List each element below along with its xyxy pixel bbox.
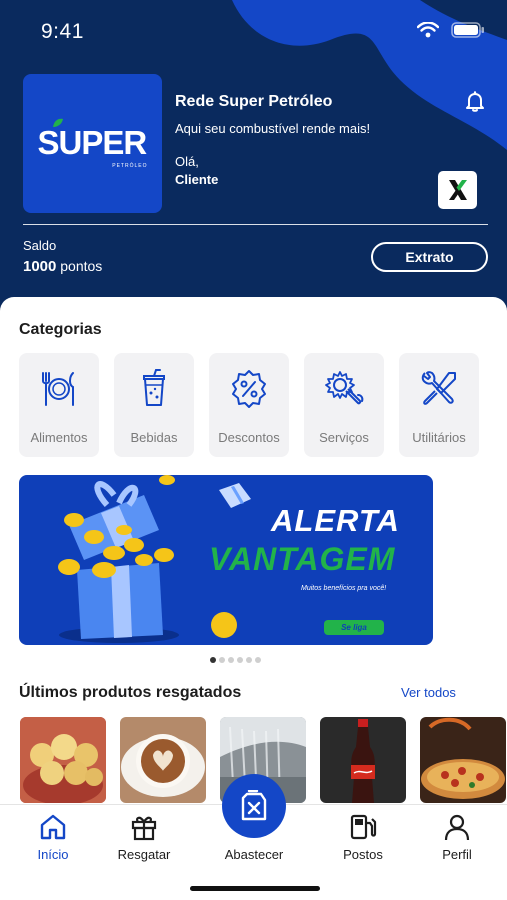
gas-station-icon [350, 814, 377, 840]
see-all-link[interactable]: Ver todos [401, 685, 456, 700]
category-bebidas[interactable]: Bebidas [114, 353, 194, 457]
promo-banner[interactable]: ALERTA VANTAGEM Muitos benefícios pra vo… [19, 475, 433, 645]
banner-subtitle: Muitos benefícios pra você! [301, 585, 387, 592]
recent-products-title: Últimos produtos resgatados [19, 684, 242, 701]
home-indicator [190, 886, 320, 891]
category-label: Serviços [319, 430, 369, 445]
category-servicos[interactable]: Serviços [304, 353, 384, 457]
banner-cta-button[interactable]: Se liga [324, 620, 384, 635]
brand-logo: SUPER PETRÓLEO [23, 74, 162, 213]
header: 9:41 SUPER PETRÓLEO Rede Super Petróleo … [0, 0, 507, 320]
nav-label: Início [37, 847, 69, 862]
abastecer-button[interactable] [222, 774, 286, 838]
banner-title-line2: VANTAGEM [209, 541, 396, 577]
categories-title: Categorias [19, 321, 102, 338]
nav-resgatar[interactable]: Resgatar [104, 813, 184, 862]
pagination-dot[interactable] [246, 657, 252, 663]
fuel-can-icon [241, 790, 267, 821]
nav-abastecer-label: Abastecer [224, 847, 284, 862]
product-coca-cola[interactable] [320, 717, 406, 803]
bell-icon[interactable] [463, 89, 487, 113]
fork-knife-plate-icon [42, 372, 74, 406]
status-icons [417, 22, 485, 38]
category-label: Alimentos [30, 430, 88, 445]
tools-icon [421, 371, 456, 405]
battery-icon [451, 22, 484, 38]
nav-label: Resgatar [117, 847, 171, 862]
leaf-icon [52, 118, 63, 127]
category-label: Bebidas [130, 430, 178, 445]
greeting: Olá, [175, 154, 199, 169]
nav-label: Perfil [442, 847, 472, 862]
nav-perfil[interactable]: Perfil [417, 813, 497, 862]
user-icon [444, 814, 470, 841]
categories-list: Alimentos Bebidas Descontos Serviços Uti… [19, 353, 479, 457]
pagination-dot[interactable] [219, 657, 225, 663]
brand-slogan: Aqui seu combustível rende mais! [175, 121, 371, 136]
pagination-dot[interactable] [237, 657, 243, 663]
percent-badge-icon [232, 370, 266, 408]
gift-icon [131, 816, 157, 841]
header-divider [23, 224, 488, 225]
product-pizza[interactable] [420, 717, 506, 803]
cappuccino-image [120, 717, 206, 803]
x-logo-icon [448, 180, 467, 200]
balance-label: Saldo [23, 238, 57, 253]
wifi-icon [417, 22, 439, 38]
brand-title: Rede Super Petróleo [175, 93, 333, 110]
logo-subtext: PETRÓLEO [112, 162, 148, 169]
partner-x-button[interactable] [438, 171, 477, 209]
soda-bottle-image [320, 717, 406, 803]
pagination-dot[interactable] [228, 657, 234, 663]
status-bar: 9:41 [0, 0, 507, 64]
category-alimentos[interactable]: Alimentos [19, 353, 99, 457]
home-icon [40, 814, 66, 840]
product-pao-de-queijo[interactable] [20, 717, 106, 803]
drink-cup-icon [143, 369, 165, 406]
banner-title-line1: ALERTA [271, 503, 400, 538]
product-cappuccino[interactable] [120, 717, 206, 803]
category-label: Descontos [218, 430, 280, 445]
gear-wrench-icon [325, 371, 364, 405]
category-label: Utilitários [412, 430, 466, 445]
logo-mark: SUPER PETRÓLEO [37, 118, 148, 169]
status-time: 9:41 [41, 20, 84, 43]
nav-inicio[interactable]: Início [13, 813, 93, 862]
pagination-dot[interactable] [210, 657, 216, 663]
category-utilitarios[interactable]: Utilitários [399, 353, 479, 457]
nav-postos[interactable]: Postos [323, 813, 403, 862]
balance-value: 1000 pontos [23, 258, 102, 275]
pagination-dot[interactable] [255, 657, 261, 663]
balance-points: 1000 [23, 258, 57, 275]
pizza-image [420, 717, 506, 803]
logo-text: SUPER [37, 123, 148, 161]
banner-pagination [210, 657, 261, 663]
statement-button[interactable]: Extrato [371, 242, 488, 272]
balance-unit: pontos [60, 258, 103, 274]
user-name: Cliente [175, 172, 219, 187]
nav-label: Postos [343, 847, 383, 862]
category-descontos[interactable]: Descontos [209, 353, 289, 457]
cheese-bread-image [20, 717, 106, 803]
